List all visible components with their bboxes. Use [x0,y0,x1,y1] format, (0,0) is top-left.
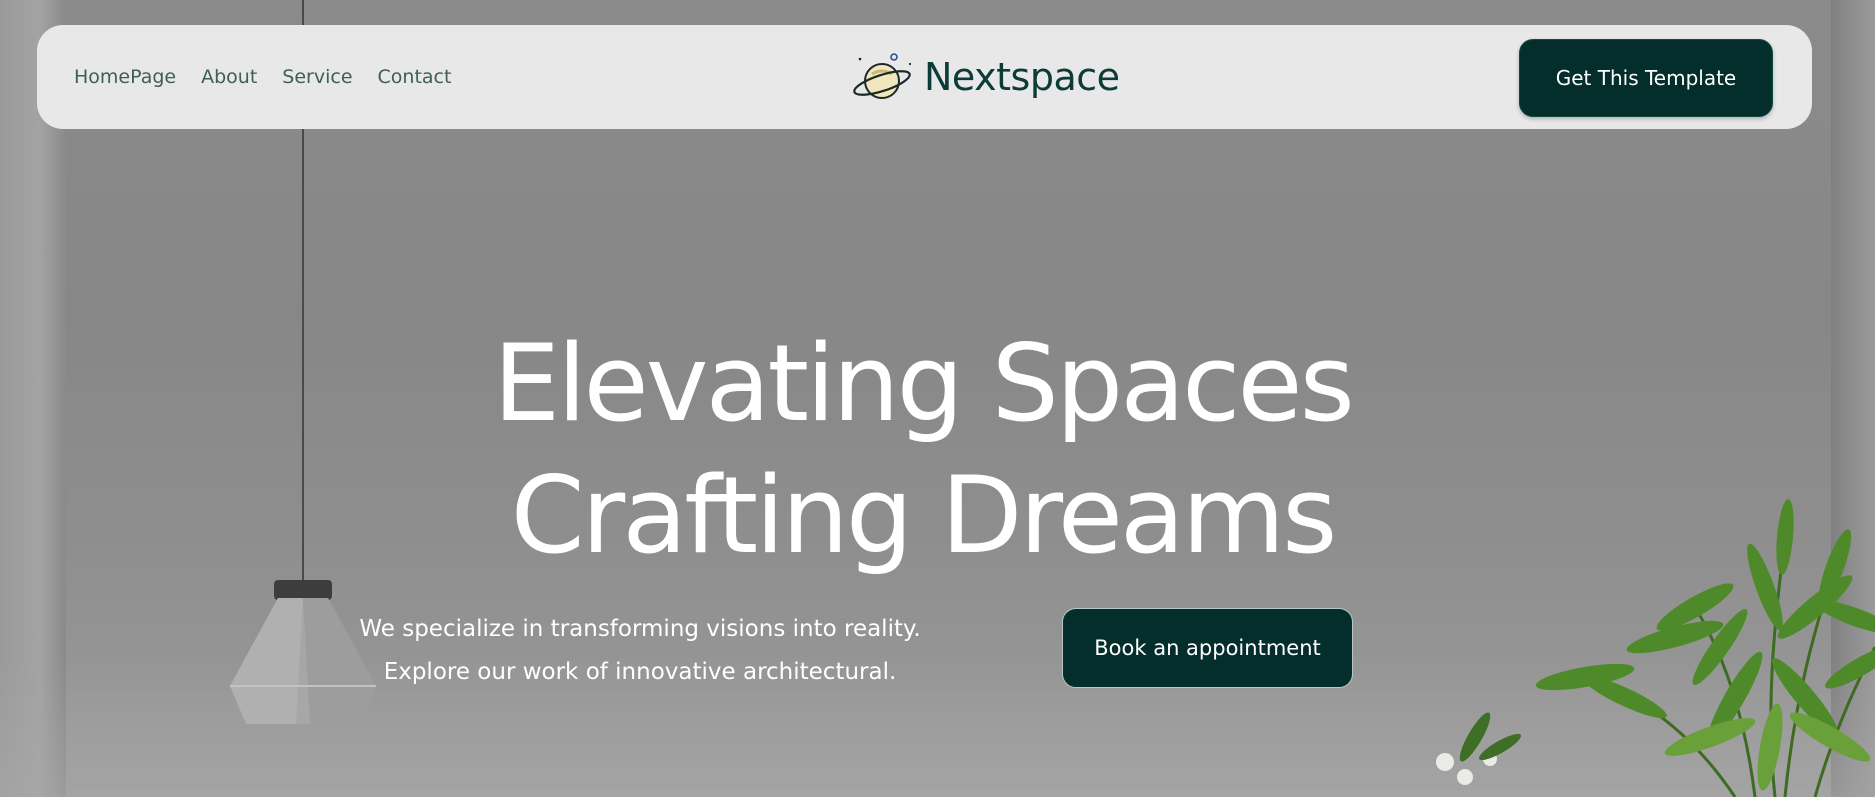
brand-logo[interactable]: Nextspace [852,25,1120,129]
navbar: HomePage About Service Contact Nextspace… [37,25,1812,129]
nav-links: HomePage About Service Contact [74,25,451,129]
hero-headline-line-2: Crafting Dreams [510,454,1338,577]
hero-subtext-line-2: Explore our work of innovative architect… [383,659,897,685]
hero-headline: Elevating Spaces Crafting Dreams [0,318,1845,582]
planet-icon [853,53,912,99]
nav-link-service[interactable]: Service [282,66,352,88]
pendant-lamp-cap [274,580,332,600]
nav-link-about[interactable]: About [201,66,257,88]
get-template-button[interactable]: Get This Template [1519,39,1773,117]
book-appointment-button[interactable]: Book an appointment [1062,608,1353,688]
hero-section: HomePage About Service Contact Nextspace… [0,0,1875,797]
nav-link-homepage[interactable]: HomePage [74,66,176,88]
nav-link-contact[interactable]: Contact [378,66,452,88]
brand-name: Nextspace [924,55,1120,99]
hero-headline-line-1: Elevating Spaces [493,322,1355,445]
hero-subtext: We specialize in transforming visions in… [340,608,940,694]
hero-subtext-line-1: We specialize in transforming visions in… [359,616,921,642]
